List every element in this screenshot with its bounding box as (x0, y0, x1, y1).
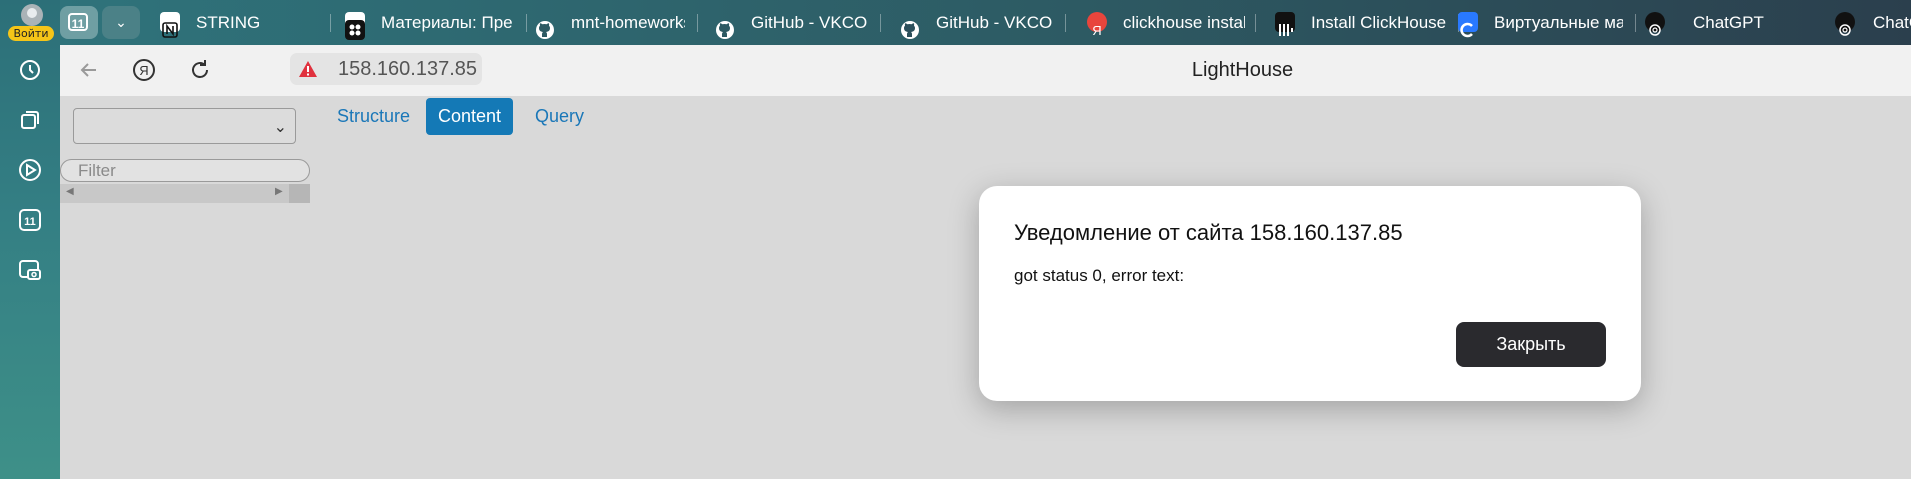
tabs-count-text: 11 (24, 216, 36, 228)
chatgpt-icon (1835, 12, 1855, 36)
tab-separator (330, 14, 331, 32)
tab-separator (697, 14, 698, 32)
tab-label: mnt-homeworks/ (571, 13, 685, 32)
tab-query[interactable]: Query (523, 98, 596, 135)
svg-text:Я: Я (1092, 23, 1101, 38)
tab-separator (880, 14, 881, 32)
tab-label: GitHub - VKCOM/ (751, 13, 867, 32)
notion-icon (160, 12, 180, 38)
tab-chatgpt[interactable]: ChatGPT (1645, 0, 1795, 45)
tab-mnt-homeworks[interactable]: mnt-homeworks/ (535, 0, 685, 45)
yandex-home-button[interactable]: Я (129, 55, 159, 85)
github-icon (900, 12, 920, 39)
tab-virtual-machines[interactable]: Виртуальные ма (1458, 0, 1623, 45)
tab-separator (1255, 14, 1256, 32)
login-badge[interactable]: Войти (8, 26, 54, 41)
tab-label: ChatGPT (1693, 13, 1764, 32)
tab-label: Install ClickHouse (1311, 13, 1447, 32)
url-text[interactable]: 158.160.137.85 (338, 53, 477, 85)
tab-clickhouse-install[interactable]: Я clickhouse install (1087, 0, 1245, 45)
address-bar[interactable]: 158.160.137.85 (290, 53, 482, 85)
tab-separator (1065, 14, 1066, 32)
cloud-icon (1458, 12, 1478, 38)
tab-label: ChatG (1873, 13, 1911, 32)
tab-separator (1635, 14, 1636, 32)
tab-label: clickhouse install (1123, 13, 1245, 32)
browser-sidebar: Войти 11 (0, 0, 60, 479)
tab-count: 11 (68, 13, 88, 31)
chevron-down-icon: ⌄ (273, 119, 287, 136)
alert-dialog: Уведомление от сайта 158.160.137.85 got … (979, 186, 1641, 401)
collections-icon[interactable] (17, 107, 43, 133)
scroll-right-icon[interactable]: ▶ (275, 186, 283, 197)
github-icon (535, 12, 555, 39)
tab-label: Материалы: Пре (381, 13, 513, 32)
dialog-title: Уведомление от сайта 158.160.137.85 (1014, 220, 1403, 245)
chevron-down-icon: ⌄ (115, 14, 127, 30)
scroll-left-icon[interactable]: ◀ (66, 186, 74, 197)
scrollbar-corner (289, 184, 310, 203)
tab-string[interactable]: STRING (160, 0, 310, 45)
svg-text:Я: Я (139, 63, 148, 78)
browser-toolbar: Я 158.160.137.85 LightHouse (60, 45, 1911, 96)
app-icon (345, 12, 365, 40)
screenshot-icon[interactable] (17, 257, 43, 283)
tab-menu-button[interactable]: ⌄ (102, 6, 140, 39)
tab-chatgpt-2[interactable]: ChatG (1835, 0, 1911, 45)
back-button[interactable] (74, 55, 104, 85)
tab-strip: 11 ⌄ STRING Материалы: Пре mnt-homeworks… (60, 0, 1911, 45)
clickhouse-icon (1275, 12, 1295, 36)
tabs-count-icon[interactable]: 11 (17, 207, 43, 233)
github-icon (715, 12, 735, 39)
tab-materials[interactable]: Материалы: Пре (345, 0, 513, 45)
tab-count-button[interactable]: 11 (60, 6, 98, 39)
tab-structure[interactable]: Structure (325, 98, 422, 135)
tab-github-vkcom-1[interactable]: GitHub - VKCOM/ (715, 0, 867, 45)
database-select[interactable]: ⌄ (73, 108, 296, 144)
chatgpt-icon (1645, 12, 1665, 36)
tab-separator (526, 14, 527, 32)
tab-label: Виртуальные ма (1494, 13, 1623, 32)
dialog-message: got status 0, error text: (1014, 266, 1185, 285)
close-button[interactable]: Закрыть (1456, 322, 1606, 367)
tab-github-vkcom-2[interactable]: GitHub - VKCOM/ (900, 0, 1052, 45)
reload-button[interactable] (185, 55, 215, 85)
warning-icon[interactable] (298, 59, 318, 79)
history-icon[interactable] (17, 57, 43, 83)
user-icon (21, 4, 43, 26)
horizontal-scrollbar[interactable]: ◀ ▶ (60, 184, 310, 203)
media-play-icon[interactable] (17, 157, 43, 183)
filter-input[interactable] (60, 159, 310, 182)
tab-label: STRING (196, 13, 261, 32)
tab-install-clickhouse[interactable]: Install ClickHouse (1275, 0, 1450, 45)
profile-avatar[interactable]: Войти (8, 4, 54, 41)
yandex-icon: Я (1087, 12, 1107, 38)
tab-content[interactable]: Content (426, 98, 514, 135)
tab-label: GitHub - VKCOM/ (936, 13, 1052, 32)
